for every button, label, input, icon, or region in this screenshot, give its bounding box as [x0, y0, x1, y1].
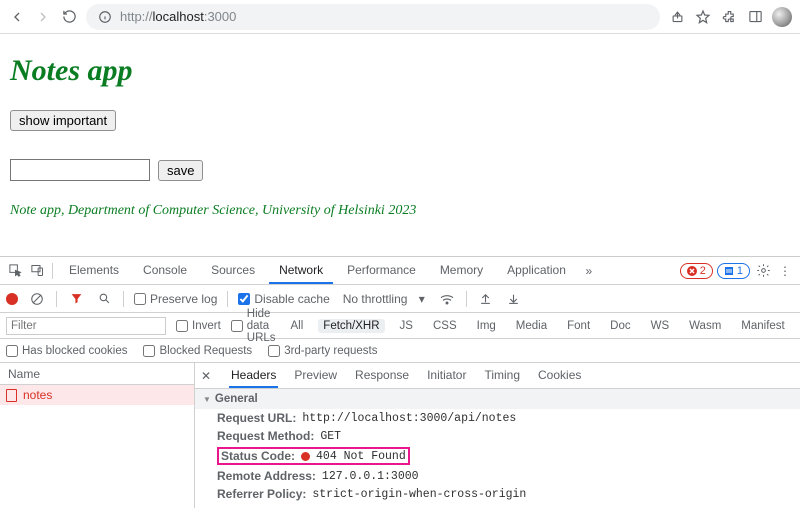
detail-tab-timing[interactable]: Timing	[482, 363, 522, 388]
network-toolbar: Preserve log Disable cache No throttling…	[0, 285, 800, 313]
tab-elements[interactable]: Elements	[59, 257, 129, 284]
filter-input[interactable]	[6, 317, 166, 335]
tab-performance[interactable]: Performance	[337, 257, 426, 284]
ftype-js[interactable]: JS	[395, 319, 418, 333]
tab-sources[interactable]: Sources	[201, 257, 265, 284]
preserve-log-checkbox[interactable]: Preserve log	[134, 292, 217, 306]
request-list: Name notes	[0, 363, 195, 508]
issues-count-badge[interactable]: 1	[717, 263, 750, 279]
ftype-css[interactable]: CSS	[428, 319, 462, 333]
name-column-header[interactable]: Name	[0, 363, 194, 385]
network-filter-row-2: Has blocked cookies Blocked Requests 3rd…	[0, 339, 800, 363]
filter-funnel-icon[interactable]	[67, 290, 85, 308]
forward-button[interactable]	[34, 8, 52, 26]
share-icon[interactable]	[668, 8, 686, 26]
network-filter-row: Invert Hide data URLs All Fetch/XHR JS C…	[0, 313, 800, 339]
more-tabs-icon[interactable]: »	[580, 262, 598, 280]
kv-request-method: Request Method:GET	[195, 427, 800, 445]
file-icon	[6, 389, 17, 402]
detail-tab-response[interactable]: Response	[353, 363, 411, 388]
kv-remote-address: Remote Address:127.0.0.1:3000	[195, 467, 800, 485]
save-button[interactable]: save	[158, 160, 203, 181]
settings-gear-icon[interactable]	[754, 262, 772, 280]
ftype-font[interactable]: Font	[562, 319, 595, 333]
close-icon[interactable]: ✕	[201, 369, 215, 383]
address-bar[interactable]: http://localhost:3000	[86, 4, 660, 30]
kv-request-url: Request URL:http://localhost:3000/api/no…	[195, 409, 800, 427]
divider	[227, 291, 228, 307]
detail-tab-headers[interactable]: Headers	[229, 363, 278, 388]
general-section-header[interactable]: General	[195, 389, 800, 409]
detail-tab-cookies[interactable]: Cookies	[536, 363, 583, 388]
ftype-manifest[interactable]: Manifest	[736, 319, 789, 333]
devtools-panel: Elements Console Sources Network Perform…	[0, 256, 800, 507]
throttling-select[interactable]: No throttling ▾	[340, 291, 428, 307]
detail-tab-initiator[interactable]: Initiator	[425, 363, 468, 388]
divider	[52, 263, 53, 279]
devtools-tabs: Elements Console Sources Network Perform…	[0, 257, 800, 285]
bookmark-star-icon[interactable]	[694, 8, 712, 26]
kv-referrer-policy: Referrer Policy:strict-origin-when-cross…	[195, 485, 800, 503]
kv-status-code: Status Code: 404 Not Found	[195, 445, 800, 467]
tab-memory[interactable]: Memory	[430, 257, 493, 284]
has-blocked-cookies-checkbox[interactable]: Has blocked cookies	[6, 345, 127, 357]
show-important-button[interactable]: show important	[10, 110, 116, 131]
invert-checkbox[interactable]: Invert	[176, 320, 221, 332]
tab-application[interactable]: Application	[497, 257, 576, 284]
device-toggle-icon[interactable]	[28, 262, 46, 280]
request-name: notes	[23, 388, 52, 402]
profile-avatar[interactable]	[772, 7, 792, 27]
clear-icon[interactable]	[28, 290, 46, 308]
network-body: Name notes ✕ Headers Preview Response In…	[0, 363, 800, 508]
detail-tab-preview[interactable]: Preview	[292, 363, 339, 388]
inspect-icon[interactable]	[6, 262, 24, 280]
status-highlight: Status Code: 404 Not Found	[217, 447, 410, 465]
ftype-fetch-xhr[interactable]: Fetch/XHR	[318, 319, 384, 333]
hide-data-urls-checkbox[interactable]: Hide data URLs	[231, 308, 276, 344]
divider	[56, 291, 57, 307]
search-icon[interactable]	[95, 290, 113, 308]
request-row-notes[interactable]: notes	[0, 385, 194, 405]
upload-har-icon[interactable]	[477, 290, 495, 308]
extensions-icon[interactable]	[720, 8, 738, 26]
disable-cache-checkbox[interactable]: Disable cache	[238, 292, 329, 306]
page-footer: Note app, Department of Computer Science…	[10, 203, 790, 219]
detail-tabs: ✕ Headers Preview Response Initiator Tim…	[195, 363, 800, 389]
page-title: Notes app	[10, 54, 790, 88]
page-content: Notes app show important save Note app, …	[0, 34, 800, 237]
tab-network[interactable]: Network	[269, 257, 333, 284]
ftype-ws[interactable]: WS	[646, 319, 675, 333]
record-button[interactable]	[6, 293, 18, 305]
side-panel-icon[interactable]	[746, 8, 764, 26]
back-button[interactable]	[8, 8, 26, 26]
chevron-down-icon: ▾	[419, 292, 425, 306]
site-info-icon[interactable]	[96, 8, 114, 26]
note-input[interactable]	[10, 159, 150, 181]
download-har-icon[interactable]	[505, 290, 523, 308]
blocked-requests-checkbox[interactable]: Blocked Requests	[143, 345, 252, 357]
reload-button[interactable]	[60, 8, 78, 26]
ftype-doc[interactable]: Doc	[605, 319, 635, 333]
more-vert-icon[interactable]: ⋮	[776, 262, 794, 280]
tab-console[interactable]: Console	[133, 257, 197, 284]
ftype-all[interactable]: All	[286, 319, 309, 333]
url-text: http://localhost:3000	[120, 9, 236, 24]
third-party-checkbox[interactable]: 3rd-party requests	[268, 345, 377, 357]
divider	[123, 291, 124, 307]
ftype-wasm[interactable]: Wasm	[684, 319, 726, 333]
request-detail: ✕ Headers Preview Response Initiator Tim…	[195, 363, 800, 508]
ftype-img[interactable]: Img	[472, 319, 501, 333]
divider	[466, 291, 467, 307]
wifi-icon[interactable]	[438, 290, 456, 308]
error-count-badge[interactable]: 2	[680, 263, 713, 279]
status-dot-icon	[301, 452, 310, 461]
browser-toolbar: http://localhost:3000	[0, 0, 800, 34]
ftype-media[interactable]: Media	[511, 319, 552, 333]
note-form: save	[10, 159, 790, 181]
